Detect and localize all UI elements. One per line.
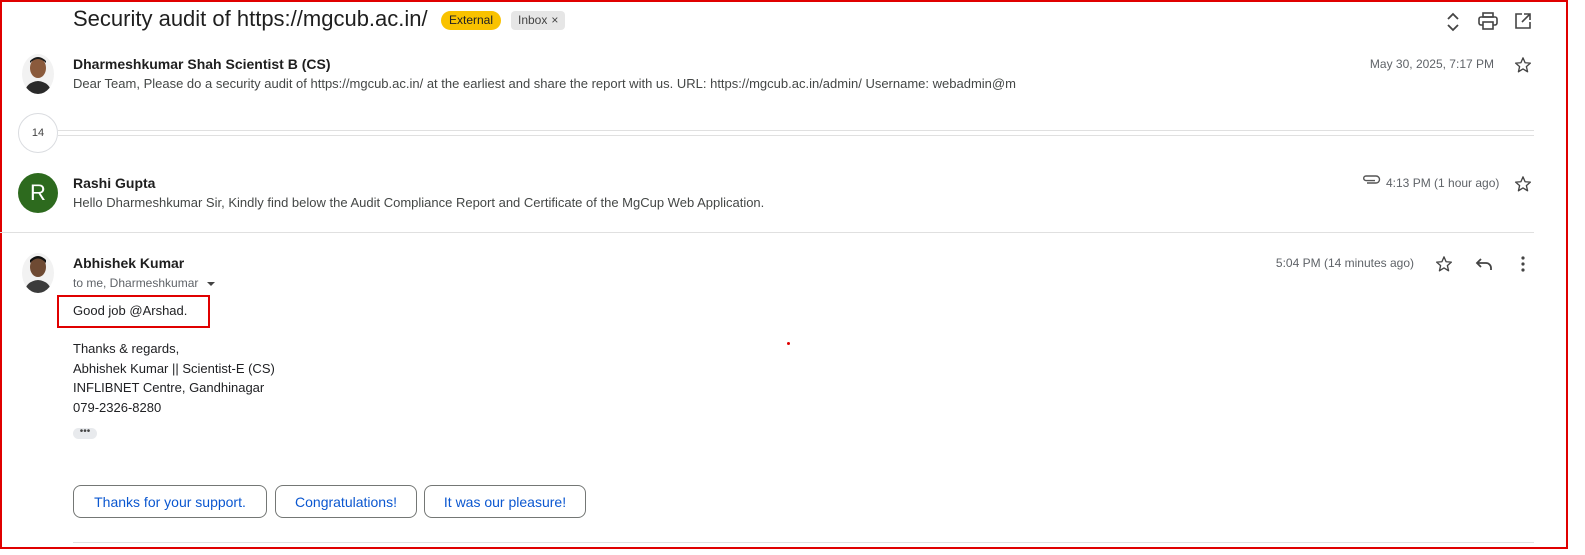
star-icon[interactable]: [1511, 53, 1535, 77]
print-icon[interactable]: [1476, 9, 1500, 33]
signature-line: Abhishek Kumar || Scientist-E (CS): [73, 361, 275, 376]
dropdown-arrow-icon[interactable]: [206, 280, 216, 288]
inbox-label[interactable]: Inbox ×: [511, 11, 566, 30]
signature-line: 079-2326-8280: [73, 400, 162, 415]
collapsed-divider-line: [58, 130, 1534, 131]
expand-collapse-icon[interactable]: [1441, 10, 1465, 34]
attachment-icon: [1361, 173, 1381, 192]
sender-name[interactable]: Rashi Gupta: [73, 175, 155, 191]
sender-name[interactable]: Abhishek Kumar: [73, 255, 184, 271]
external-label: External: [441, 11, 502, 30]
avatar[interactable]: R: [18, 173, 58, 213]
thread-subject: Security audit of https://mgcub.ac.in/: [73, 6, 428, 31]
reply-icon[interactable]: [1472, 252, 1496, 276]
smart-reply-button[interactable]: Thanks for your support.: [73, 485, 267, 518]
smart-reply-button[interactable]: Congratulations!: [275, 485, 417, 518]
message-date: May 30, 2025, 7:17 PM: [1369, 57, 1494, 71]
inbox-label-text: Inbox: [518, 13, 548, 27]
avatar[interactable]: [22, 253, 54, 293]
message-divider: [0, 232, 1534, 233]
open-in-new-window-icon[interactable]: [1511, 9, 1535, 33]
avatar[interactable]: [22, 54, 54, 94]
annotation-dot: [787, 342, 790, 345]
message-snippet[interactable]: Dear Team, Please do a security audit of…: [73, 76, 1016, 91]
recipients-line[interactable]: to me, Dharmeshkumar: [73, 276, 216, 290]
sender-name[interactable]: Dharmeshkumar Shah Scientist B (CS): [73, 56, 331, 72]
smart-reply-button[interactable]: It was our pleasure!: [424, 485, 586, 518]
message-snippet[interactable]: Hello Dharmeshkumar Sir, Kindly find bel…: [73, 195, 764, 210]
show-trimmed-content-button[interactable]: •••: [73, 427, 97, 439]
remove-label-icon[interactable]: ×: [551, 13, 558, 27]
collapsed-divider-line: [58, 135, 1534, 136]
message-date: 5:04 PM (14 minutes ago): [1275, 256, 1414, 270]
bottom-divider: [73, 542, 1534, 543]
message-date: 4:13 PM (1 hour ago): [1386, 176, 1500, 190]
signature-line: INFLIBNET Centre, Gandhinagar: [73, 380, 265, 395]
recipients-text: to me, Dharmeshkumar: [73, 276, 199, 290]
annotation-highlight-box: [57, 295, 210, 328]
star-icon[interactable]: [1432, 252, 1456, 276]
more-options-icon[interactable]: [1511, 252, 1535, 276]
collapsed-messages-count[interactable]: 14: [18, 113, 58, 153]
signature-line: Thanks & regards,: [73, 341, 180, 356]
star-icon[interactable]: [1511, 172, 1535, 196]
